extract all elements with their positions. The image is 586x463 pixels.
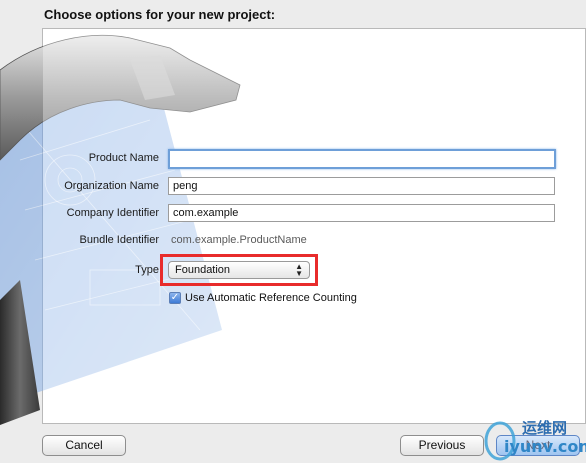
product-name-label: Product Name: [88, 152, 159, 164]
bundle-identifier-label: Bundle Identifier: [79, 234, 160, 246]
checkmark-icon: ✓: [170, 292, 180, 303]
arc-checkbox[interactable]: ✓: [169, 292, 181, 304]
arc-checkbox-label[interactable]: Use Automatic Reference Counting: [185, 292, 357, 304]
organization-name-field[interactable]: [168, 177, 555, 195]
page-title: Choose options for your new project:: [44, 7, 276, 22]
type-selected-value: Foundation: [175, 264, 231, 276]
popup-arrows-icon: ▲ ▼: [295, 262, 303, 278]
previous-button[interactable]: Previous: [400, 435, 484, 456]
company-identifier-field[interactable]: [168, 204, 555, 222]
options-panel: [42, 28, 586, 424]
company-identifier-label: Company Identifier: [66, 207, 159, 219]
watermark-line2: iyunv.com: [504, 437, 586, 456]
product-name-field[interactable]: [168, 149, 556, 169]
watermark-line1: 运维网: [522, 419, 568, 437]
cancel-button[interactable]: Cancel: [42, 435, 126, 456]
type-popup-button[interactable]: Foundation ▲ ▼: [168, 261, 310, 279]
organization-name-label: Organization Name: [64, 180, 159, 192]
watermark-logo: 运维网 iyunv.com: [482, 415, 586, 463]
bundle-identifier-value: com.example.ProductName: [171, 234, 307, 246]
type-label: Type: [135, 264, 159, 276]
